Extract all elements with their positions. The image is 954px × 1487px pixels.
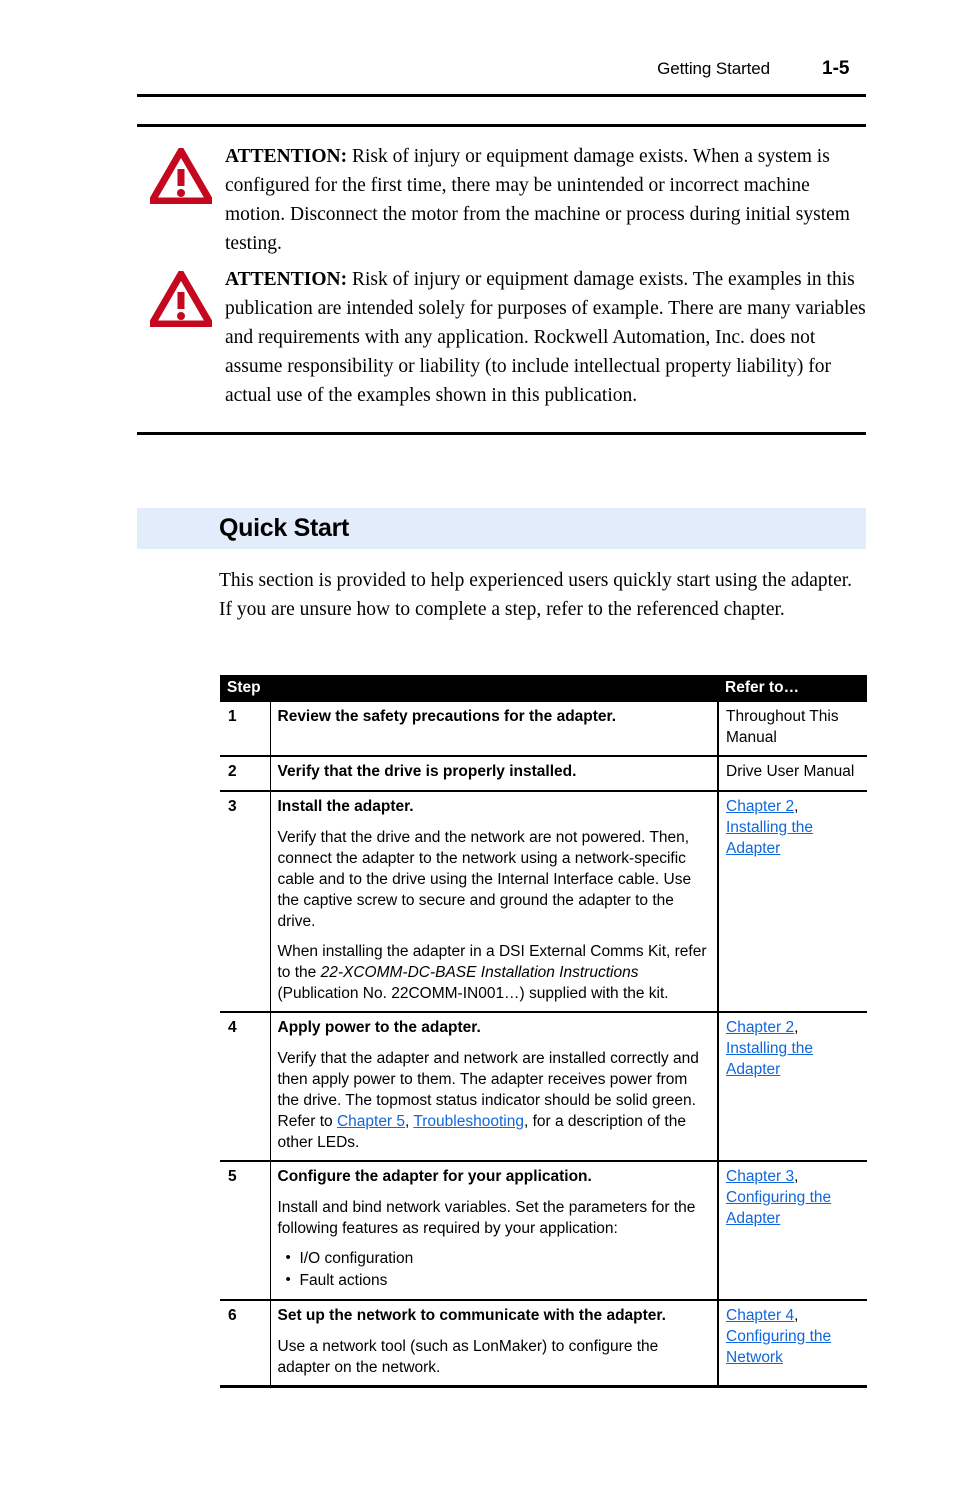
step-title: Verify that the drive is properly instal… bbox=[277, 763, 577, 780]
reference-separator: , bbox=[794, 1168, 799, 1185]
reference-text: Throughout This Manual bbox=[726, 708, 839, 746]
inline-link-troubleshooting[interactable]: Troubleshooting bbox=[413, 1113, 524, 1130]
inline-link-chapter[interactable]: Chapter 5 bbox=[337, 1113, 405, 1130]
reference-text: Drive User Manual bbox=[726, 763, 855, 780]
section-heading: Quick Start bbox=[219, 514, 350, 542]
table-row: 5 Configure the adapter for your applica… bbox=[220, 1161, 867, 1301]
step-description: Configure the adapter for your applicati… bbox=[270, 1161, 719, 1301]
reference-link-title[interactable]: Installing the Adapter bbox=[726, 1040, 813, 1078]
reference-separator: , bbox=[794, 798, 799, 815]
running-header-title: Getting Started bbox=[657, 59, 770, 78]
step-paragraph: Use a network tool (such as LonMaker) to… bbox=[277, 1338, 659, 1376]
step-number: 1 bbox=[220, 702, 271, 757]
reference-link-chapter[interactable]: Chapter 2 bbox=[726, 1019, 794, 1036]
quick-start-table: Step Refer to… 1 Review the safety preca… bbox=[220, 675, 867, 1388]
warning-triangle-icon bbox=[150, 271, 212, 327]
reference-link-chapter[interactable]: Chapter 4 bbox=[726, 1307, 794, 1324]
step-reference: Chapter 2, Installing the Adapter bbox=[718, 791, 867, 1013]
step-description: Install the adapter. Verify that the dri… bbox=[270, 791, 719, 1013]
step-title: Review the safety precautions for the ad… bbox=[277, 708, 617, 725]
step-reference: Drive User Manual bbox=[718, 756, 867, 792]
reference-link-chapter[interactable]: Chapter 2 bbox=[726, 798, 794, 815]
running-header: Getting Started 1-5 bbox=[137, 58, 866, 80]
table-row: 2 Verify that the drive is properly inst… bbox=[220, 756, 867, 792]
document-page: Getting Started 1-5 ATTENTION: Risk of i… bbox=[0, 0, 954, 1487]
attention-notice-1: ATTENTION: Risk of injury or equipment d… bbox=[137, 142, 866, 258]
step-title: Configure the adapter for your applicati… bbox=[277, 1168, 592, 1185]
page-number: 1-5 bbox=[822, 58, 850, 79]
reference-link-title[interactable]: Configuring the Adapter bbox=[726, 1189, 831, 1227]
warning-triangle-icon bbox=[150, 148, 212, 204]
attention-text-1: ATTENTION: Risk of injury or equipment d… bbox=[225, 142, 866, 258]
step-title: Apply power to the adapter. bbox=[277, 1019, 481, 1036]
attention-label-1: ATTENTION: bbox=[225, 146, 348, 167]
table-row: 6 Set up the network to communicate with… bbox=[220, 1300, 867, 1388]
table-row: 3 Install the adapter. Verify that the d… bbox=[220, 791, 867, 1013]
table-row: 1 Review the safety precautions for the … bbox=[220, 702, 867, 757]
feature-list: I/O configuration Fault actions bbox=[278, 1247, 711, 1292]
column-header-step: Step bbox=[220, 675, 270, 702]
step-description: Apply power to the adapter. Verify that … bbox=[270, 1012, 719, 1162]
step-number: 3 bbox=[220, 791, 271, 1013]
step-paragraph: Install and bind network variables. Set … bbox=[277, 1199, 696, 1237]
attention-text-2: ATTENTION: Risk of injury or equipment d… bbox=[225, 265, 866, 410]
reference-separator: , bbox=[794, 1019, 799, 1036]
attention-top-rule bbox=[137, 124, 866, 127]
publication-title: 22-XCOMM-DC-BASE Installation Instructio… bbox=[320, 964, 639, 981]
step-paragraph: Verify that the adapter and network are … bbox=[278, 1048, 711, 1153]
section-intro-paragraph: This section is provided to help experie… bbox=[219, 570, 853, 620]
list-item: I/O configuration bbox=[286, 1247, 711, 1270]
step-paragraph: Verify that the drive and the network ar… bbox=[277, 829, 692, 930]
step-description: Set up the network to communicate with t… bbox=[270, 1300, 719, 1388]
step-number: 6 bbox=[220, 1300, 271, 1388]
attention-label-2: ATTENTION: bbox=[225, 269, 348, 290]
step-reference: Chapter 2, Installing the Adapter bbox=[718, 1012, 867, 1162]
step-reference: Throughout This Manual bbox=[718, 702, 867, 757]
step-title: Set up the network to communicate with t… bbox=[277, 1307, 666, 1324]
step-number: 5 bbox=[220, 1161, 271, 1301]
step-description: Review the safety precautions for the ad… bbox=[270, 702, 719, 757]
reference-link-chapter[interactable]: Chapter 3 bbox=[726, 1168, 794, 1185]
attention-bottom-rule bbox=[137, 432, 866, 435]
step-reference: Chapter 3, Configuring the Adapter bbox=[718, 1161, 867, 1301]
step-description: Verify that the drive is properly instal… bbox=[270, 756, 719, 792]
step-title: Install the adapter. bbox=[277, 798, 414, 815]
column-header-refer-to: Refer to… bbox=[718, 675, 867, 702]
table-row: 4 Apply power to the adapter. Verify tha… bbox=[220, 1012, 867, 1162]
paragraph-tail: (Publication No. 22COMM-IN001…) supplied… bbox=[277, 985, 669, 1002]
list-item: Fault actions bbox=[286, 1269, 711, 1292]
header-rule bbox=[137, 94, 866, 97]
reference-link-title[interactable]: Installing the Adapter bbox=[726, 819, 813, 857]
attention-notice-2: ATTENTION: Risk of injury or equipment d… bbox=[137, 265, 866, 410]
table-header-row: Step Refer to… bbox=[220, 675, 867, 702]
step-paragraph: When installing the adapter in a DSI Ext… bbox=[278, 941, 711, 1004]
reference-link-title[interactable]: Configuring the Network bbox=[726, 1328, 831, 1366]
step-number: 2 bbox=[220, 756, 271, 792]
step-reference: Chapter 4, Configuring the Network bbox=[718, 1300, 867, 1388]
reference-separator: , bbox=[794, 1307, 799, 1324]
step-number: 4 bbox=[220, 1012, 271, 1162]
column-header-description bbox=[270, 675, 718, 702]
